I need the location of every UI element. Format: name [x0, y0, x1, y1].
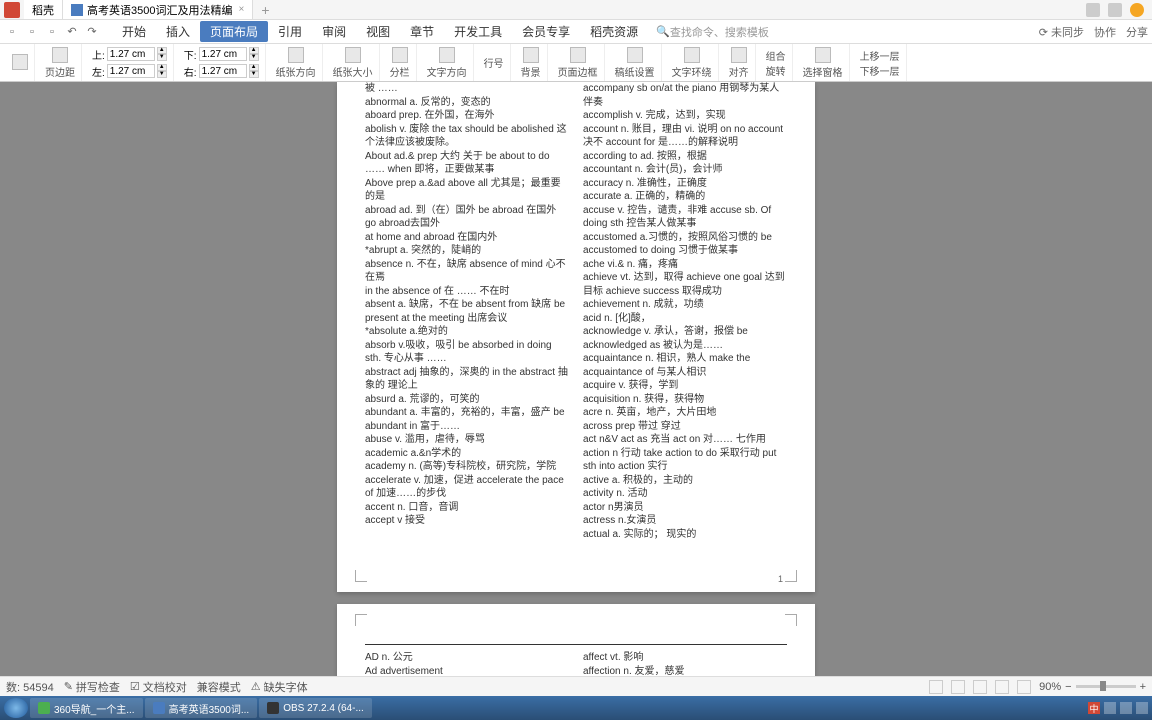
view-focus[interactable]	[1017, 680, 1031, 694]
bring-forward-button[interactable]: 上移一层	[860, 48, 900, 63]
taskbar: 360导航_一个主... 高考英语3500词... OBS 27.2.4 (64…	[0, 696, 1152, 720]
selection-pane-button[interactable]: 选择窗格	[803, 47, 843, 79]
layout-icon[interactable]	[1086, 3, 1100, 17]
theme-button[interactable]	[12, 54, 28, 71]
sync-status[interactable]: ⟳ 未同步	[1039, 24, 1084, 40]
tab-start[interactable]: 开始	[112, 21, 156, 42]
doc-title: 高考英语3500词汇及用法精编	[87, 2, 232, 18]
tray-ime[interactable]: 中	[1088, 702, 1100, 714]
compat-mode: 兼容模式	[197, 679, 241, 695]
orientation-button[interactable]: 纸张方向	[276, 47, 316, 79]
spell-check[interactable]: ✎ 拼写检查	[64, 679, 120, 695]
print-icon[interactable]: ▫	[24, 24, 40, 40]
genko-button[interactable]: 稿纸设置	[615, 47, 655, 79]
task-browser[interactable]: 360导航_一个主...	[30, 698, 143, 718]
spin-up[interactable]: ▲	[157, 47, 167, 54]
zoom-out[interactable]: −	[1065, 681, 1071, 693]
task-wps[interactable]: 高考英语3500词...	[145, 698, 258, 718]
page-number: 1	[778, 574, 783, 584]
quick-access-toolbar: ▫ ▫ ▫ ↶ ↷	[4, 24, 100, 40]
tab-sections[interactable]: 章节	[400, 21, 444, 42]
statusbar: 数: 54594 ✎ 拼写检查 ☑ 文档校对 兼容模式 ⚠ 缺失字体 90% −…	[0, 676, 1152, 696]
tab-docer[interactable]: 稻壳资源	[580, 21, 648, 42]
titlebar: 稻壳 高考英语3500词汇及用法精编 × +	[0, 0, 1152, 20]
tab-review[interactable]: 审阅	[312, 21, 356, 42]
tab-member[interactable]: 会员专享	[512, 21, 580, 42]
text-wrap-button[interactable]: 文字环绕	[672, 47, 712, 79]
align-button[interactable]: 对齐	[729, 47, 749, 79]
zoom-in[interactable]: +	[1140, 681, 1146, 693]
margin-top-label: 上:	[92, 47, 105, 62]
send-backward-button[interactable]: 下移一层	[860, 63, 900, 78]
ribbon: 页边距 上:▲▼ 左:▲▼ 下:▲▼ 右:▲▼ 纸张方向 纸张大小 分栏 文字方…	[0, 44, 1152, 82]
tab-page-layout[interactable]: 页面布局	[200, 21, 268, 42]
save-icon[interactable]: ▫	[4, 24, 20, 40]
redo-icon[interactable]: ↷	[84, 24, 100, 40]
group-button[interactable]: 组合	[766, 48, 786, 63]
close-icon[interactable]: ×	[238, 4, 244, 15]
margin-bottom-label: 下:	[184, 47, 197, 62]
word-count[interactable]: 数: 54594	[6, 679, 54, 695]
margin-left-label: 左:	[92, 64, 105, 79]
page2-col1: AD n. 公元Ad advertisement	[365, 651, 569, 676]
search-placeholder: 查找命令、搜索模板	[670, 24, 769, 40]
zoom-value: 90%	[1039, 681, 1061, 693]
command-search[interactable]: 🔍 查找命令、搜索模板	[656, 24, 769, 40]
menubar: ▫ ▫ ▫ ↶ ↷ 开始 插入 页面布局 引用 审阅 视图 章节 开发工具 会员…	[0, 20, 1152, 44]
grid-icon[interactable]	[1108, 3, 1122, 17]
margin-right-input[interactable]	[199, 64, 247, 78]
columns-button[interactable]: 分栏	[390, 47, 410, 79]
margin-top-input[interactable]	[107, 47, 155, 61]
document-tab[interactable]: 高考英语3500词汇及用法精编 ×	[63, 0, 253, 19]
background-button[interactable]: 背景	[521, 47, 541, 79]
page-1: 被 ……abnormal a. 反常的，变态的aboard prep. 在外国，…	[337, 82, 815, 592]
page-2: AD n. 公元Ad advertisement affect vt. 影响af…	[337, 604, 815, 676]
app-icon	[4, 2, 20, 18]
tray-volume[interactable]	[1120, 702, 1132, 714]
margin-right-label: 右:	[184, 64, 197, 79]
proofing[interactable]: ☑ 文档校对	[130, 679, 187, 695]
missing-font[interactable]: ⚠ 缺失字体	[251, 679, 308, 695]
tab-devtools[interactable]: 开发工具	[444, 21, 512, 42]
system-tray[interactable]: 中	[1088, 702, 1148, 714]
collab-button[interactable]: 协作	[1094, 24, 1116, 40]
line-numbers-button[interactable]: 行号	[484, 55, 504, 70]
tab-insert[interactable]: 插入	[156, 21, 200, 42]
menu-tabs: 开始 插入 页面布局 引用 审阅 视图 章节 开发工具 会员专享 稻壳资源	[112, 21, 648, 42]
view-page[interactable]	[951, 680, 965, 694]
home-tab[interactable]: 稻壳	[24, 0, 63, 19]
tab-view[interactable]: 视图	[356, 21, 400, 42]
share-button[interactable]: 分享	[1126, 24, 1148, 40]
new-tab-button[interactable]: +	[253, 2, 277, 18]
rotate-button[interactable]: 旋转	[766, 63, 786, 78]
search-icon: 🔍	[656, 25, 670, 38]
start-button[interactable]	[4, 698, 28, 718]
doc-icon	[71, 4, 83, 16]
paper-size-button[interactable]: 纸张大小	[333, 47, 373, 79]
user-avatar[interactable]	[1130, 3, 1144, 17]
page1-col2: accompany sb on/at the piano 用钢琴为某人伴奏acc…	[583, 82, 787, 541]
preview-icon[interactable]: ▫	[44, 24, 60, 40]
page1-col1: 被 ……abnormal a. 反常的，变态的aboard prep. 在外国，…	[365, 82, 569, 541]
margin-bottom-input[interactable]	[199, 47, 247, 61]
margins-button[interactable]: 页边距	[45, 47, 75, 79]
text-direction-button[interactable]: 文字方向	[427, 47, 467, 79]
spin-down[interactable]: ▼	[157, 54, 167, 61]
margin-left-input[interactable]	[107, 64, 155, 78]
zoom-slider[interactable]	[1076, 685, 1136, 688]
tray-network[interactable]	[1104, 702, 1116, 714]
view-web[interactable]	[995, 680, 1009, 694]
page-border-button[interactable]: 页面边框	[558, 47, 598, 79]
page2-col2: affect vt. 影响affection n. 友爱，慈爱	[583, 651, 787, 676]
document-canvas[interactable]: 被 ……abnormal a. 反常的，变态的aboard prep. 在外国，…	[0, 82, 1152, 676]
tab-references[interactable]: 引用	[268, 21, 312, 42]
undo-icon[interactable]: ↶	[64, 24, 80, 40]
zoom-control[interactable]: 90% − +	[1039, 681, 1146, 693]
tray-battery[interactable]	[1136, 702, 1148, 714]
view-outline[interactable]	[973, 680, 987, 694]
view-read[interactable]	[929, 680, 943, 694]
task-obs[interactable]: OBS 27.2.4 (64-...	[259, 698, 372, 718]
